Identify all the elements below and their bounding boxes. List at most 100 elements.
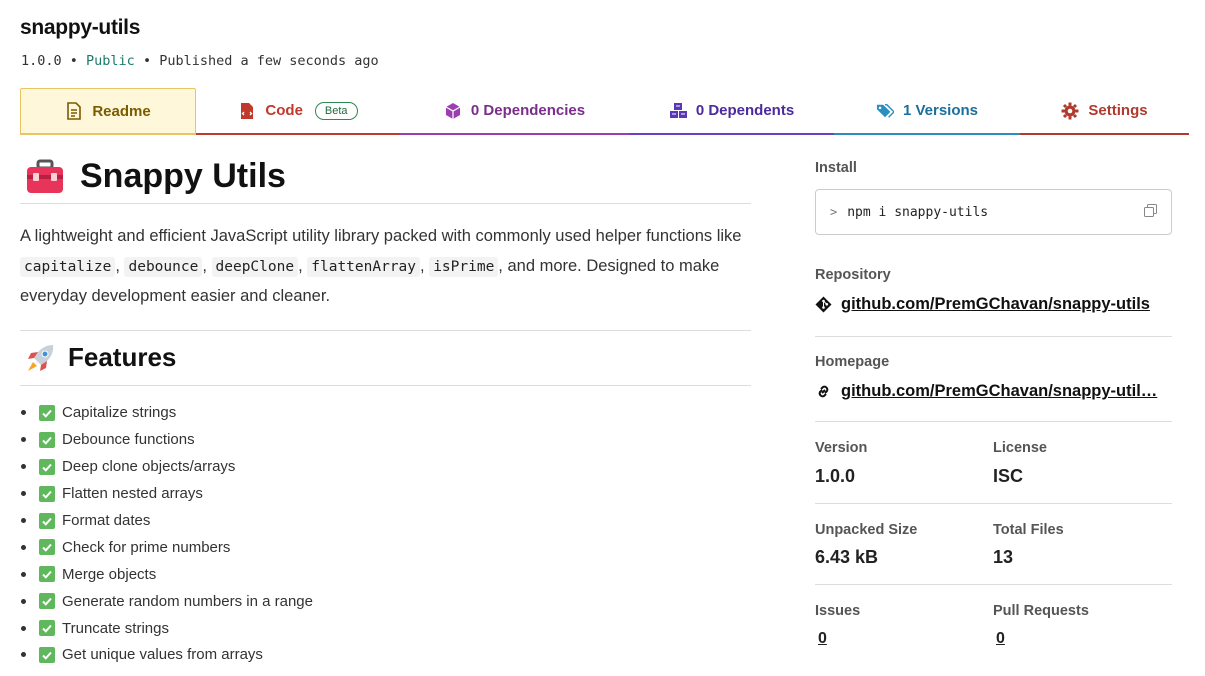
tab-dependencies[interactable]: 0 Dependencies xyxy=(400,88,629,135)
boxes-icon xyxy=(669,102,687,120)
pull-requests-cell: Pull Requests 0 xyxy=(993,603,1171,648)
bullet xyxy=(21,625,26,631)
tab-label: 0 Dependencies xyxy=(470,102,586,119)
feature-text: Truncate strings xyxy=(62,619,169,637)
package-version: 1.0.0 xyxy=(21,53,62,69)
package-tabs: Readme Code Beta 0 Dependencies 0 Depend… xyxy=(20,88,1189,135)
tab-label: Code xyxy=(265,102,303,119)
bullet xyxy=(21,491,26,497)
check-mark-icon xyxy=(39,485,55,502)
bullet xyxy=(21,598,26,604)
license-cell: License ISC xyxy=(993,440,1171,487)
check-mark-icon xyxy=(39,458,55,475)
repository-url: github.com/PremGChavan/snappy-utils xyxy=(841,295,1150,313)
tab-label: 1 Versions xyxy=(902,102,979,119)
check-mark-icon xyxy=(39,593,55,610)
separator: , xyxy=(202,256,212,275)
feature-item: Merge objects xyxy=(20,561,751,588)
tags-icon xyxy=(876,102,894,120)
homepage-url: github.com/PremGChavan/snappy-util… xyxy=(841,382,1158,400)
bullet xyxy=(21,410,26,416)
check-mark-icon xyxy=(39,431,55,448)
copy-icon[interactable] xyxy=(1144,203,1157,221)
issues-cell: Issues 0 xyxy=(815,603,993,648)
toolbox-icon xyxy=(27,159,63,193)
issues-label: Issues xyxy=(815,603,861,619)
separator: , xyxy=(420,256,430,275)
version-cell: Version 1.0.0 xyxy=(815,440,993,487)
repository-link[interactable]: github.com/PremGChavan/snappy-utils xyxy=(815,295,1172,314)
install-label: Install xyxy=(815,160,857,176)
link-icon xyxy=(818,385,829,398)
readme-heading: Snappy Utils xyxy=(20,150,751,204)
readme-content: Snappy Utils A lightweight and efficient… xyxy=(20,150,751,668)
total-files-label: Total Files xyxy=(993,522,1064,538)
feature-text: Check for prime numbers xyxy=(62,538,231,556)
code-file-icon xyxy=(238,102,256,120)
tab-settings[interactable]: Settings xyxy=(1020,88,1189,135)
install-command: npm i snappy-utils xyxy=(847,204,989,220)
version-license-row: Version 1.0.0 License ISC xyxy=(815,422,1172,504)
inline-code: debounce xyxy=(124,256,203,277)
feature-text: Deep clone objects/arrays xyxy=(62,458,236,476)
feature-item: Capitalize strings xyxy=(20,400,751,427)
feature-text: Get unique values from arrays xyxy=(62,646,263,664)
inline-code: deepClone xyxy=(211,256,299,277)
feature-item: Format dates xyxy=(20,507,751,534)
features-title: Features xyxy=(68,342,177,372)
git-icon xyxy=(815,296,832,313)
tab-versions[interactable]: 1 Versions xyxy=(834,88,1020,135)
issues-prs-row: Issues 0 Pull Requests 0 xyxy=(815,585,1172,648)
feature-text: Generate random numbers in a range xyxy=(62,592,313,610)
bullet xyxy=(21,518,26,523)
inline-code: isPrime xyxy=(429,256,499,277)
tab-label: Readme xyxy=(92,102,151,120)
feature-item: Flatten nested arrays xyxy=(20,480,751,507)
pull-requests-count-link[interactable]: 0 xyxy=(996,630,1171,648)
repository-section: Repository github.com/PremGChavan/snappy… xyxy=(815,235,1172,337)
tab-code[interactable]: Code Beta xyxy=(196,88,400,135)
pull-requests-label: Pull Requests xyxy=(993,603,1089,619)
install-command-box[interactable]: > npm i snappy-utils xyxy=(815,189,1172,235)
readme-title: Snappy Utils xyxy=(80,157,286,195)
homepage-link[interactable]: github.com/PremGChavan/snappy-util… xyxy=(815,382,1172,401)
check-mark-icon xyxy=(39,646,55,663)
check-mark-icon xyxy=(39,539,55,556)
package-visibility: Public xyxy=(86,53,135,69)
homepage-label: Homepage xyxy=(815,354,890,370)
bullet xyxy=(21,652,26,658)
package-sidebar: Install > npm i snappy-utils Repository … xyxy=(815,160,1172,648)
feature-item: Debounce functions xyxy=(20,426,751,453)
separator: , xyxy=(298,256,308,275)
features-list: Capitalize strings Debounce functions Deep… xyxy=(20,400,751,669)
total-files-value: 13 xyxy=(993,547,1014,567)
feature-item: Check for prime numbers xyxy=(20,534,751,561)
feature-text: Format dates xyxy=(62,512,151,529)
document-icon xyxy=(65,102,83,120)
tab-readme[interactable]: Readme xyxy=(20,88,196,135)
package-name: snappy-utils xyxy=(20,16,141,39)
total-files-cell: Total Files 13 xyxy=(993,522,1171,568)
feature-item: Generate random numbers in a range xyxy=(20,588,751,615)
unpacked-size-value: 6.43 kB xyxy=(815,547,879,567)
license-value: ISC xyxy=(993,466,1024,486)
bullet xyxy=(21,437,26,443)
license-label: License xyxy=(993,440,1047,456)
feature-item: Truncate strings xyxy=(20,615,751,642)
inline-code: flattenArray xyxy=(307,256,421,277)
feature-text: Capitalize strings xyxy=(62,404,177,422)
issues-count-link[interactable]: 0 xyxy=(818,630,993,648)
tab-dependents[interactable]: 0 Dependents xyxy=(629,88,834,135)
version-value: 1.0.0 xyxy=(815,466,856,486)
published-time: Published a few seconds ago xyxy=(159,53,379,69)
check-mark-icon xyxy=(39,620,55,637)
bullet xyxy=(21,544,26,550)
inline-code: capitalize xyxy=(20,256,116,277)
readme-intro: A lightweight and efficient JavaScript u… xyxy=(20,222,751,331)
check-mark-icon xyxy=(39,404,55,421)
tab-label: 0 Dependents xyxy=(695,102,795,119)
feature-text: Debounce functions xyxy=(62,431,195,449)
box-icon xyxy=(444,102,462,120)
intro-text: A lightweight and efficient JavaScript u… xyxy=(20,227,742,245)
bullet xyxy=(21,464,26,470)
